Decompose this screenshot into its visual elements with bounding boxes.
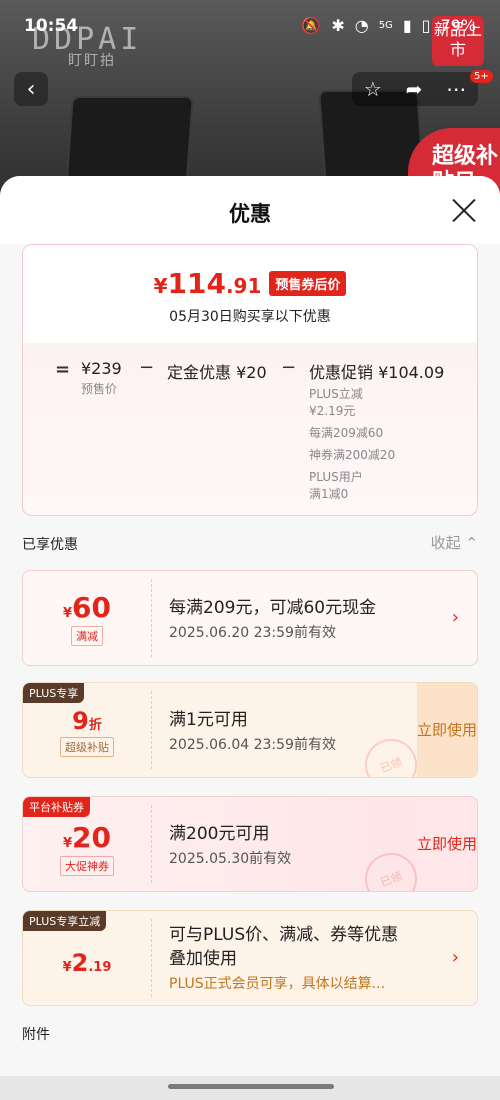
coupon-amount: ¥60 [23,591,151,624]
coupon-currency: ¥ [62,606,73,621]
coupon-value: ¥2.19 [23,911,151,1005]
chevron-up-icon: ⌃ [465,534,478,552]
battery-level: 79% [440,16,476,35]
deposit-value: 定金优惠 ¥20 [167,363,267,382]
final-price-dec: .91 [225,274,262,298]
promo-column: 优惠促销 ¥104.09 PLUS立减 ¥2.19元 每满209减60 神券满2… [309,359,444,503]
collapse-label: 收起 [430,534,461,552]
enjoyed-section-label: 已享优惠 [22,537,78,553]
coupon-value: ¥20 大促神券 [23,797,151,891]
minus-sign: − [281,357,297,378]
final-price-row: ¥114.91 预售券后价 [23,267,477,300]
wifi-icon: ◔ [354,16,369,35]
coupon-info: 可与PLUS价、满减、券等优惠叠加使用 PLUS正式会员可享，具体以结算... [169,923,407,993]
attachments-section-label: 附件 [22,1027,50,1043]
coupon-currency: ¥ [62,960,72,975]
share-icon[interactable]: ➦ [406,77,423,101]
sheet-title: 优惠 [229,202,271,226]
minus-sign: − [139,357,155,378]
final-price-int: 114 [167,267,226,300]
use-now-button[interactable]: 立即使用 [417,683,477,777]
promo-line: PLUS用户 [309,470,363,484]
back-button[interactable]: ‹ [14,72,48,106]
coupon-suffix: 折 [88,718,102,733]
coupon-amount: 9折 [23,707,151,735]
promo-value: 优惠促销 ¥104.09 [309,363,445,382]
status-icons: 🔕 ✱ ◔ 5G ▮ ▯ 79% [301,16,476,35]
coupon-tag: 大促神券 [60,856,114,876]
coupon-number: 2 [71,949,89,977]
coupon-title: 每满209元，可减60元现金 [169,598,377,618]
deposit-column: 定金优惠 ¥20 [167,359,267,383]
coupon-amount: ¥2.19 [23,949,151,977]
coupon-title: 满200元可用 [169,824,270,844]
price-top: ¥114.91 预售券后价 05月30日购买享以下优惠 [23,245,477,343]
coupon-divider [151,805,152,883]
presale-label: 预售价 [81,382,118,396]
promo-line: 满1减0 [309,487,349,501]
signal-icon: ▮ [402,16,412,35]
price-subtitle: 05月30日购买享以下优惠 [169,309,331,325]
presale-value: ¥239 [81,359,122,378]
coupon-suffix: .19 [88,960,112,975]
battery-icon: ▯ [421,16,431,35]
coupon-value: 9折 超级补贴 [23,683,151,777]
signal-network: 5G [378,20,393,31]
promo-line: PLUS立减 [309,387,363,401]
chevron-right-icon[interactable]: › [452,607,459,628]
more-icon[interactable]: ⋯ [446,77,466,101]
status-time: 10:54 [24,16,79,36]
status-bar: 10:54 🔕 ✱ ◔ 5G ▮ ▯ 79% [0,0,500,54]
coupon-divider [151,579,152,657]
sheet-header: 优惠 [0,176,500,244]
coupon-number: 9 [72,707,89,735]
close-icon[interactable] [450,196,478,224]
coupon-divider [151,691,152,769]
presale-column: ¥239 预售价 [81,359,122,398]
mute-icon: 🔕 [301,16,322,35]
use-now-button[interactable]: 立即使用 [417,797,477,891]
top-actions: ☆ ➦ ⋯ [352,72,478,106]
notification-badge: 5+ [470,70,493,83]
favorite-star-icon[interactable]: ☆ [364,77,382,101]
promo-line: 每满209减60 [309,426,384,440]
coupon-date: 2025.06.20 23:59前有效 [169,625,336,641]
home-indicator[interactable] [168,1084,334,1089]
equals-sign: = [55,359,71,380]
coupon-title: 满1元可用 [169,710,248,730]
coupon-value: ¥60 满减 [23,571,151,665]
coupon-currency: ¥ [62,836,73,851]
discount-sheet: 优惠 ¥114.91 预售券后价 05月30日购买享以下优惠 = ¥239 预售… [0,176,500,1100]
coupon-card[interactable]: 平台补贴券 ¥20 大促神券 满200元可用 2025.05.30前有效 已领 … [22,796,478,892]
promo-line: 神券满200减20 [309,448,396,462]
coupon-number: 60 [72,591,111,624]
coupon-divider [151,919,152,997]
coupon-title: 可与PLUS价、满减、券等优惠叠加使用 [169,925,399,969]
promo-line: ¥2.19元 [309,404,356,418]
chevron-left-icon: ‹ [26,76,36,102]
bluetooth-icon: ✱ [331,16,345,35]
coupon-card[interactable]: ¥60 满减 每满209元，可减60元现金 2025.06.20 23:59前有… [22,570,478,666]
coupon-info: 每满209元，可减60元现金 2025.06.20 23:59前有效 [169,593,407,642]
coupon-tag: 超级补贴 [60,737,114,757]
coupon-card[interactable]: PLUS专享 9折 超级补贴 满1元可用 2025.06.04 23:59前有效… [22,682,478,778]
coupon-date: PLUS正式会员可享，具体以结算... [169,976,386,992]
chevron-right-icon[interactable]: › [452,947,459,968]
price-summary-card: ¥114.91 预售券后价 05月30日购买享以下优惠 = ¥239 预售价 −… [22,244,478,516]
final-price: ¥114.91 [154,267,262,300]
collapse-button[interactable]: 收起 ⌃ [431,532,478,553]
price-tag: 预售券后价 [269,271,347,296]
coupon-tag: 满减 [71,626,103,646]
final-price-currency: ¥ [153,274,168,298]
coupon-number: 20 [72,821,111,854]
price-breakdown: = ¥239 预售价 − 定金优惠 ¥20 − 优惠促销 ¥104.09 PLU… [23,343,477,515]
coupon-amount: ¥20 [23,821,151,854]
coupon-card[interactable]: PLUS专享立减 ¥2.19 可与PLUS价、满减、券等优惠叠加使用 PLUS正… [22,910,478,1006]
